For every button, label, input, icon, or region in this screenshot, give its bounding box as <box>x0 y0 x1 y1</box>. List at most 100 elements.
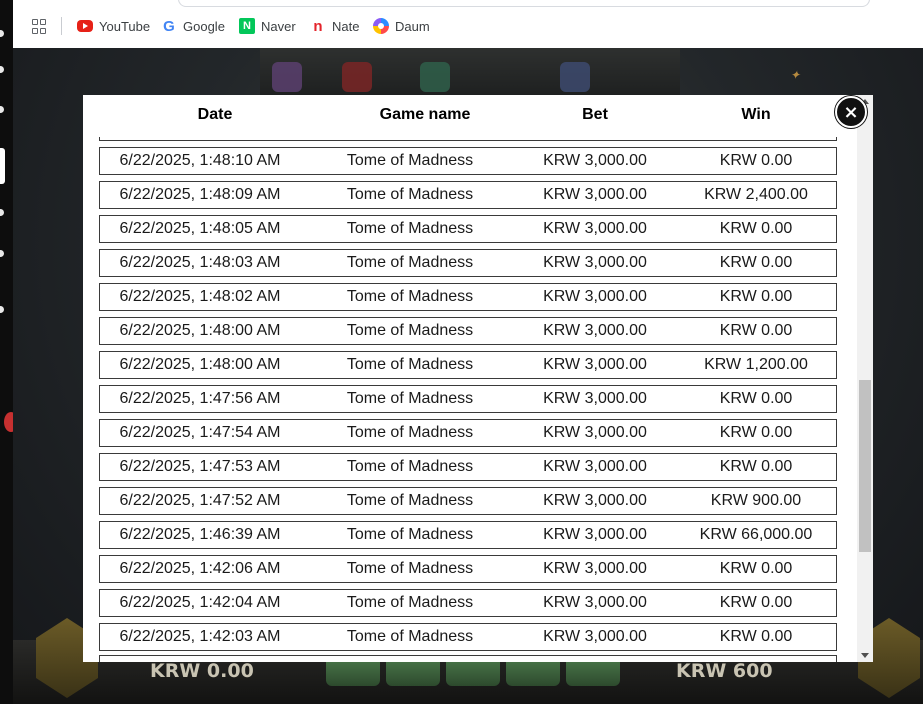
table-row[interactable]: 6/22/2025, 1:42:03 AM Tome of Madness KRW … <box>99 623 837 651</box>
bookmarks-separator <box>61 17 62 35</box>
table-row[interactable]: 6/22/2025, 1:47:52 AM Tome of Madness KRW … <box>99 487 837 515</box>
cell-date: 6/22/2025, 1:47:56 AM <box>119 390 281 407</box>
cell-bet: KRW 3,000.00 <box>543 356 647 373</box>
table-row-partial <box>99 655 837 662</box>
cell-game-name: Tome of Madness <box>346 322 474 339</box>
game-logo: ✦ <box>790 68 801 82</box>
cell-bet: KRW 3,000.00 <box>543 254 647 271</box>
bookmark-label: Naver <box>261 18 296 34</box>
cell-game-name: Tome of Madness <box>346 186 474 203</box>
bookmark-daum[interactable]: Daum <box>373 17 430 35</box>
bookmark-nate[interactable]: n Nate <box>310 17 359 35</box>
table-row[interactable]: 6/22/2025, 1:48:03 AM Tome of Madness KRW … <box>99 249 837 277</box>
left-edge-strip <box>0 0 18 704</box>
close-icon: × <box>843 101 859 123</box>
cell-win: KRW 0.00 <box>719 458 793 475</box>
cell-date: 6/22/2025, 1:48:02 AM <box>119 288 281 305</box>
cell-date: 6/22/2025, 1:46:39 AM <box>119 526 281 543</box>
cell-game-name: Tome of Madness <box>346 458 474 475</box>
table-row[interactable]: 6/22/2025, 1:48:05 AM Tome of Madness KRW … <box>99 215 837 243</box>
bookmark-naver[interactable]: N Naver <box>239 17 296 35</box>
youtube-icon <box>77 20 93 32</box>
history-table-header: Date Game name Bet Win <box>83 95 873 137</box>
column-header-game-name: Game name <box>379 106 471 123</box>
cell-game-name: Tome of Madness <box>346 356 474 373</box>
table-row[interactable]: 6/22/2025, 1:47:56 AM Tome of Madness KRW … <box>99 385 837 413</box>
cell-date: 6/22/2025, 1:42:03 AM <box>119 628 281 645</box>
cell-date: 6/22/2025, 1:48:00 AM <box>119 322 281 339</box>
table-row[interactable]: 6/22/2025, 1:47:53 AM Tome of Madness KRW … <box>99 453 837 481</box>
bookmarks-bar: YouTube G Google N Naver n Nate Daum <box>13 0 923 48</box>
cell-win: KRW 0.00 <box>719 390 793 407</box>
game-bet-amount: KRW 600 <box>676 660 773 682</box>
bookmark-label: Google <box>183 18 225 34</box>
edge-dot <box>0 30 4 37</box>
cell-date: 6/22/2025, 1:48:03 AM <box>119 254 281 271</box>
cell-bet: KRW 3,000.00 <box>543 390 647 407</box>
cell-date: 6/22/2025, 1:48:09 AM <box>119 186 281 203</box>
cell-game-name: Tome of Madness <box>346 628 474 645</box>
table-row[interactable]: 6/22/2025, 1:48:00 AM Tome of Madness KRW … <box>99 317 837 345</box>
gem-symbol <box>420 62 450 92</box>
scroll-down-arrow-icon[interactable] <box>861 653 869 658</box>
cell-date: 6/22/2025, 1:48:05 AM <box>119 220 281 237</box>
cell-bet: KRW 3,000.00 <box>543 322 647 339</box>
cell-date: 6/22/2025, 1:47:53 AM <box>119 458 281 475</box>
scroll-thumb[interactable] <box>859 380 871 552</box>
close-button[interactable]: × <box>835 96 867 128</box>
gem-symbol <box>560 62 590 92</box>
edge-tab[interactable] <box>0 148 5 184</box>
cell-win: KRW 0.00 <box>719 220 793 237</box>
cell-bet: KRW 3,000.00 <box>543 492 647 509</box>
bookmark-google[interactable]: G Google <box>161 17 225 35</box>
apps-grid-icon[interactable] <box>32 19 46 34</box>
bookmark-label: YouTube <box>99 18 151 34</box>
cell-date: 6/22/2025, 1:47:54 AM <box>119 424 281 441</box>
cell-win: KRW 2,400.00 <box>704 186 808 203</box>
cell-game-name: Tome of Madness <box>346 288 474 305</box>
table-row[interactable]: 6/22/2025, 1:48:02 AM Tome of Madness KRW … <box>99 283 837 311</box>
cell-bet: KRW 3,000.00 <box>543 288 647 305</box>
table-row[interactable]: 6/22/2025, 1:42:06 AM Tome of Madness KRW … <box>99 555 837 583</box>
cell-game-name: Tome of Madness <box>346 220 474 237</box>
cell-win: KRW 0.00 <box>719 628 793 645</box>
game-balance: KRW 0.00 <box>150 660 254 682</box>
game-reel-top <box>260 48 680 96</box>
cell-win: KRW 1,200.00 <box>704 356 808 373</box>
cell-bet: KRW 3,000.00 <box>543 628 647 645</box>
table-row[interactable]: 6/22/2025, 1:48:09 AM Tome of Madness KRW … <box>99 181 837 209</box>
gem-symbol <box>342 62 372 92</box>
table-row[interactable]: 6/22/2025, 1:48:00 AM Tome of Madness KRW … <box>99 351 837 379</box>
cell-game-name: Tome of Madness <box>346 492 474 509</box>
cell-game-name: Tome of Madness <box>346 152 474 169</box>
naver-icon: N <box>239 18 255 34</box>
cell-bet: KRW 3,000.00 <box>543 220 647 237</box>
column-header-bet: Bet <box>582 106 608 123</box>
cell-date: 6/22/2025, 1:47:52 AM <box>119 492 281 509</box>
cell-game-name: Tome of Madness <box>346 254 474 271</box>
cell-date: 6/22/2025, 1:48:10 AM <box>119 152 281 169</box>
bet-history-modal: 6/22/2025, 1:48:10 AM Tome of Madness KRW … <box>83 95 873 662</box>
cell-win: KRW 0.00 <box>719 288 793 305</box>
table-row[interactable]: 6/22/2025, 1:48:10 AM Tome of Madness KRW … <box>99 147 837 175</box>
cell-win: KRW 0.00 <box>719 322 793 339</box>
cell-bet: KRW 3,000.00 <box>543 186 647 203</box>
cell-bet: KRW 3,000.00 <box>543 424 647 441</box>
bookmark-youtube[interactable]: YouTube <box>77 17 150 35</box>
history-rows: 6/22/2025, 1:48:10 AM Tome of Madness KRW … <box>83 95 873 662</box>
table-row[interactable]: 6/22/2025, 1:46:39 AM Tome of Madness KRW … <box>99 521 837 549</box>
column-header-win: Win <box>741 106 771 123</box>
cell-date: 6/22/2025, 1:48:00 AM <box>119 356 281 373</box>
table-row[interactable]: 6/22/2025, 1:47:54 AM Tome of Madness KRW … <box>99 419 837 447</box>
cell-win: KRW 900.00 <box>710 492 802 509</box>
cell-win: KRW 0.00 <box>719 560 793 577</box>
edge-dot <box>0 250 4 257</box>
table-row[interactable]: 6/22/2025, 1:42:04 AM Tome of Madness KRW … <box>99 589 837 617</box>
nate-icon: n <box>313 17 323 35</box>
cell-game-name: Tome of Madness <box>346 526 474 543</box>
bookmark-label: Nate <box>332 18 360 34</box>
modal-scrollbar[interactable] <box>857 95 873 662</box>
cell-bet: KRW 3,000.00 <box>543 458 647 475</box>
edge-dot <box>0 106 4 113</box>
column-header-date: Date <box>197 106 233 123</box>
